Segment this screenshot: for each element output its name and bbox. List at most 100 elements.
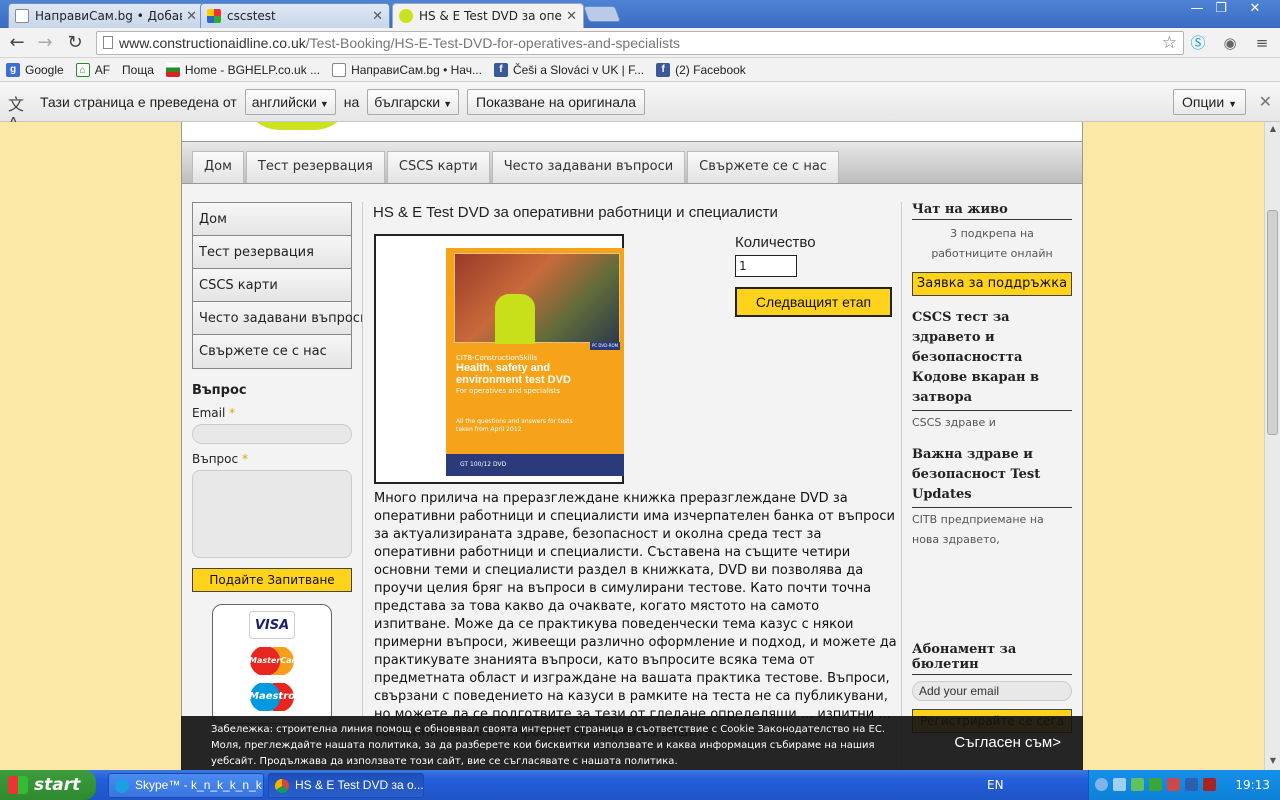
tab-cscstest[interactable]: cscstest ✕ (200, 3, 390, 28)
cookie-agree-button[interactable]: Съгласен съм> (954, 734, 1061, 751)
taskbar-item-skype[interactable]: Skype™ - k_n_k_k_n_k (108, 773, 264, 798)
left-column: Дом Тест резервация CSCS карти Често зад… (192, 202, 368, 724)
scrollbar-thumb[interactable] (1267, 210, 1278, 435)
close-icon[interactable]: ✕ (566, 9, 577, 24)
dvd-for: For operatives and specialists (456, 387, 561, 395)
bookmark-label: Google (25, 62, 64, 77)
scroll-up-icon[interactable]: ▲ (1267, 124, 1279, 136)
close-icon[interactable]: ✕ (1259, 92, 1272, 112)
facebook-icon: f (493, 62, 508, 77)
topnav-cscs-cards[interactable]: CSCS карти (386, 151, 490, 183)
bookmark-star-icon[interactable]: ☆ (1162, 32, 1177, 54)
tray-arrow-icon[interactable] (1095, 778, 1108, 791)
sidenav-test-booking[interactable]: Тест резервация (193, 236, 351, 269)
address-bar[interactable]: www.constructionaidline.co.uk/Test-Booki… (96, 31, 1184, 55)
topnav-contact[interactable]: Свържете се с нас (687, 151, 839, 183)
taskbar-item-chrome[interactable]: HS & E Test DVD за о... (268, 773, 424, 798)
bookmark-mail[interactable]: Поща (122, 63, 154, 77)
forward-icon[interactable]: → (34, 32, 56, 54)
menu-icon[interactable]: ≡ (1252, 33, 1272, 53)
bookmark-google[interactable]: g Google (6, 62, 64, 77)
start-button[interactable]: start (0, 770, 96, 800)
topnav-test-booking[interactable]: Тест резервация (245, 151, 385, 183)
tab-label: НаправиСам.bg • Добави от (35, 9, 182, 23)
visa-logo: VISA (249, 611, 295, 639)
bookmark-label: Češi a Slováci v UK | F... (512, 62, 645, 77)
close-icon[interactable]: ✕ (186, 9, 197, 24)
browser-toolbar: ← → ↻ www.constructionaidline.co.uk/Test… (0, 28, 1280, 58)
label-text: Въпрос (192, 452, 239, 466)
chevron-down-icon: ▼ (1228, 99, 1237, 109)
tray-app-icon[interactable] (1167, 778, 1180, 791)
tab-napravisam[interactable]: НаправиСам.bg • Добави от ✕ (8, 3, 204, 28)
news-title[interactable]: Важна здраве и безопасност Test Updates (912, 445, 1072, 508)
bookmark-af[interactable]: ⌂ AF (75, 62, 111, 77)
show-original-button[interactable]: Показване на оригинала (467, 88, 646, 115)
quantity-input[interactable]: 1 (735, 255, 797, 277)
sidenav-faq[interactable]: Често задавани въпроси (193, 302, 368, 335)
cover-photo (454, 253, 620, 344)
scroll-down-icon[interactable]: ▼ (1267, 756, 1279, 768)
bookmark-cesi[interactable]: f Češi a Slováci v UK | F... (493, 62, 645, 77)
tray-monitor-icon[interactable] (1185, 778, 1198, 791)
newsletter-email-input[interactable]: Add your email (912, 681, 1072, 701)
target-language-select[interactable]: български ▼ (367, 88, 460, 115)
page-viewport: Дом Тест резервация CSCS карти Често зад… (0, 122, 1264, 770)
bookmark-bghelp[interactable]: Home - BGHELP.co.uk ... (165, 62, 320, 77)
options-button[interactable]: Опции ▼ (1173, 89, 1246, 115)
reload-icon[interactable]: ↻ (64, 32, 86, 54)
cookie-banner: Забележка: строителна линия помощ е обно… (181, 716, 1083, 770)
minimize-icon[interactable]: — (1184, 1, 1210, 19)
bookmark-label: НаправиСам.bg • Нач... (351, 62, 482, 77)
dvd-code: GT 100/12 DVD (460, 461, 507, 468)
tray-antivirus-icon[interactable] (1131, 778, 1144, 791)
label-text: Email (192, 406, 226, 420)
close-icon[interactable]: ✕ (372, 9, 383, 24)
site-logo[interactable] (242, 122, 352, 130)
tray-check-icon[interactable] (1149, 778, 1162, 791)
news-title[interactable]: CSCS тест за здравето и безопасността Ко… (912, 308, 1072, 411)
skype-icon[interactable]: Ⓢ (1188, 33, 1208, 53)
product-image[interactable]: PC DVD-ROM CITB-ConstructionSkills Healt… (374, 234, 624, 484)
sidenav-cscs-cards[interactable]: CSCS карти (193, 269, 351, 302)
clock[interactable]: 19:13 (1235, 778, 1270, 792)
topnav-home[interactable]: Дом (192, 151, 244, 183)
page-scrollbar[interactable]: ▲ ▼ (1264, 122, 1280, 770)
tray-network-icon[interactable] (1113, 778, 1126, 791)
back-icon[interactable]: ← (6, 32, 28, 54)
right-column: Чат на живо 3 подкрепа на работниците он… (912, 202, 1072, 550)
sidenav-contact[interactable]: Свържете се с нас (193, 335, 351, 368)
language-indicator[interactable]: EN (987, 778, 1004, 792)
bookmark-facebook[interactable]: f (2) Facebook (656, 62, 746, 77)
next-step-button[interactable]: Следващият етап (735, 287, 892, 317)
submit-inquiry-button[interactable]: Подайте Запитване (192, 568, 352, 592)
extension-eye-icon[interactable]: ◉ (1220, 33, 1240, 53)
new-tab-button[interactable] (583, 6, 621, 22)
top-navigation: Дом Тест резервация CSCS карти Често зад… (182, 142, 1082, 184)
taskbar-item-label: Skype™ - k_n_k_k_n_k (135, 778, 262, 792)
taskbar-item-label: HS & E Test DVD за о... (295, 778, 424, 792)
translate-bar: 文A Тази страница е преведена от английск… (0, 82, 1280, 132)
bookmark-label: AF (94, 62, 111, 77)
chevron-down-icon: ▼ (443, 98, 453, 109)
sidenav-home[interactable]: Дом (193, 203, 351, 236)
source-language-select[interactable]: английски ▼ (244, 88, 336, 115)
support-request-button[interactable]: Заявка за поддръжка (912, 272, 1072, 296)
page-icon (332, 62, 347, 77)
google-icon: g (6, 62, 20, 77)
chevron-down-icon: ▼ (319, 98, 329, 109)
live-chat-status: 3 подкрепа на работниците онлайн (931, 227, 1053, 260)
window-close-icon[interactable]: ✕ (1242, 1, 1268, 19)
options-label: Опции (1182, 94, 1225, 110)
side-navigation: Дом Тест резервация CSCS карти Често зад… (192, 202, 368, 369)
maximize-icon[interactable]: ❐ (1208, 1, 1234, 19)
tab-hse-dvd[interactable]: HS & E Test DVD за оперативни ✕ (392, 3, 584, 28)
bookmark-napravisam[interactable]: НаправиСам.bg • Нач... (332, 62, 482, 77)
email-field[interactable] (192, 424, 352, 444)
tray-volume-icon[interactable] (1203, 778, 1216, 791)
question-textarea[interactable] (192, 470, 352, 558)
dvd-subtitle: CITB-ConstructionSkills (456, 354, 538, 362)
browser-tab-bar: НаправиСам.bg • Добави от ✕ cscstest ✕ H… (0, 0, 1280, 28)
topnav-faq[interactable]: Често задавани въпроси (491, 151, 686, 183)
tab-label: HS & E Test DVD за оперативни (419, 9, 562, 23)
